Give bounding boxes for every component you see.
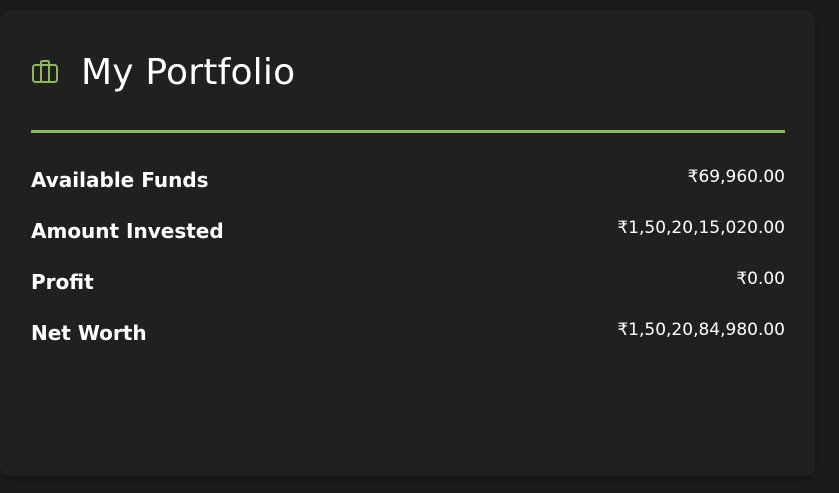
page-title: My Portfolio xyxy=(81,51,296,93)
row-label: Available Funds xyxy=(31,167,209,192)
portfolio-summary: Available Funds ₹69,960.00 Amount Invest… xyxy=(31,154,785,358)
row-value: ₹69,960.00 xyxy=(687,166,785,187)
row-value: ₹1,50,20,15,020.00 xyxy=(617,217,785,238)
row-value: ₹1,50,20,84,980.00 xyxy=(617,319,785,340)
row-profit: Profit ₹0.00 xyxy=(31,256,785,307)
portfolio-header: My Portfolio xyxy=(31,50,295,94)
divider xyxy=(31,130,785,133)
row-amount-invested: Amount Invested ₹1,50,20,15,020.00 xyxy=(31,205,785,256)
row-label: Profit xyxy=(31,269,94,294)
row-label: Net Worth xyxy=(31,320,147,345)
row-net-worth: Net Worth ₹1,50,20,84,980.00 xyxy=(31,307,785,358)
row-value: ₹0.00 xyxy=(736,268,785,289)
portfolio-card: My Portfolio Available Funds ₹69,960.00 … xyxy=(0,10,815,476)
briefcase-icon xyxy=(31,59,59,85)
row-available-funds: Available Funds ₹69,960.00 xyxy=(31,154,785,205)
row-label: Amount Invested xyxy=(31,218,224,243)
